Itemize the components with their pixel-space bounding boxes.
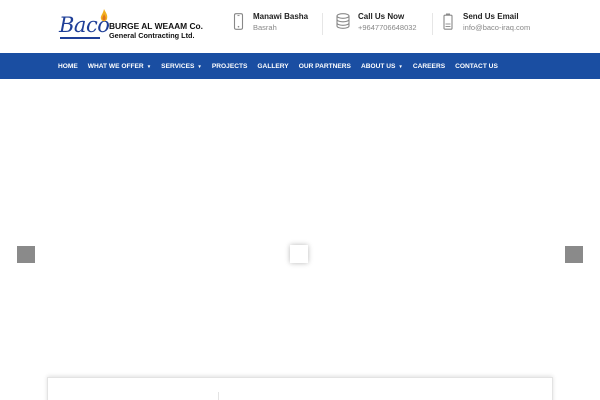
nav-label: WHAT WE OFFER [87, 62, 144, 70]
battery-icon [443, 13, 453, 30]
contact-phone-link[interactable]: +9647706648032 [358, 23, 417, 32]
nav-item-gallery[interactable]: GALLERY [257, 63, 288, 70]
slider-next-arrow-button[interactable] [565, 246, 583, 263]
nav-label: GALLERY [257, 62, 289, 70]
contact-title: Send Us Email [463, 12, 519, 21]
nav-item-what-we-offer[interactable]: WHAT WE OFFER ▼ [88, 63, 151, 70]
nav-menu: HOME WHAT WE OFFER ▼ SERVICES ▼ PROJECTS G… [58, 53, 508, 79]
company-name: BURGE AL WEAAM Co. [109, 21, 203, 31]
nav-label: SERVICES [161, 62, 195, 70]
contact-title: Call Us Now [358, 12, 405, 21]
nav-item-home[interactable]: HOME [58, 63, 78, 70]
nav-label: HOME [58, 62, 78, 70]
contact-value: Basrah [253, 23, 277, 32]
nav-label: PROJECTS [211, 62, 248, 70]
caret-down-icon: ▼ [197, 63, 202, 69]
nav-item-about-us[interactable]: ABOUT US ▼ [361, 63, 403, 70]
nav-item-contact-us[interactable]: CONTACT US [455, 63, 498, 70]
caret-down-icon: ▼ [398, 63, 403, 69]
logo-underline [60, 37, 100, 39]
info-card [47, 377, 553, 400]
company-logo[interactable]: Baco BURGE AL WEAAM Co. General Contract… [59, 9, 209, 42]
nav-label: CONTACT US [455, 62, 498, 70]
nav-item-services[interactable]: SERVICES ▼ [161, 63, 202, 70]
mobile-phone-icon [233, 13, 244, 30]
flame-icon [100, 9, 108, 22]
database-stack-icon [336, 13, 350, 29]
header-divider [322, 13, 323, 35]
contact-title: Manawi Basha [253, 12, 309, 21]
slider-prev-arrow-button[interactable] [17, 246, 35, 263]
nav-label: CAREERS [412, 62, 446, 70]
hero-slider [0, 79, 600, 375]
site-header: Baco BURGE AL WEAAM Co. General Contract… [0, 0, 600, 53]
header-divider [432, 13, 433, 35]
nav-item-our-partners[interactable]: OUR PARTNERS [299, 63, 351, 70]
loading-spinner [290, 245, 308, 263]
card-divider [218, 392, 219, 400]
contact-email-link[interactable]: info@baco-iraq.com [463, 23, 530, 32]
company-subtitle: General Contracting Ltd. [109, 31, 195, 40]
caret-down-icon: ▼ [146, 63, 152, 69]
nav-item-careers[interactable]: CAREERS [413, 63, 445, 70]
nav-label: OUR PARTNERS [298, 62, 351, 70]
nav-item-projects[interactable]: PROJECTS [212, 63, 248, 70]
nav-label: ABOUT US [360, 62, 396, 70]
main-navbar: HOME WHAT WE OFFER ▼ SERVICES ▼ PROJECTS G… [0, 53, 600, 79]
